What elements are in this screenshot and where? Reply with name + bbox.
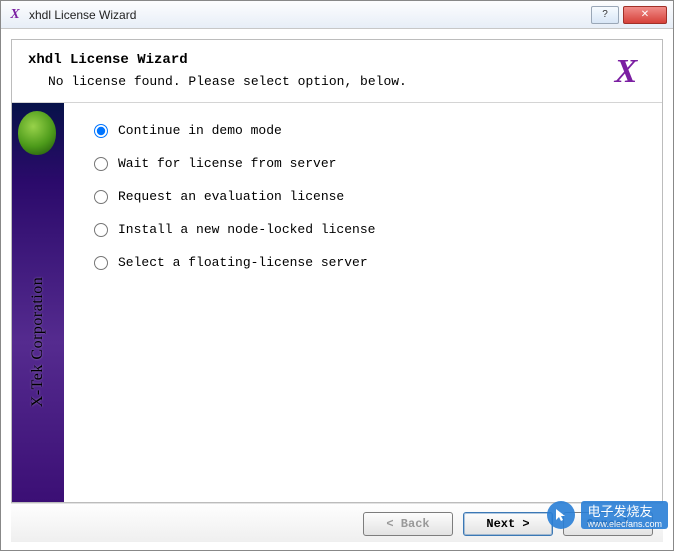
- next-button[interactable]: Next >: [463, 512, 553, 536]
- option-request-eval[interactable]: Request an evaluation license: [94, 189, 642, 204]
- app-icon: X: [7, 7, 23, 23]
- close-button[interactable]: ✕: [623, 6, 667, 24]
- option-demo-mode[interactable]: Continue in demo mode: [94, 123, 642, 138]
- option-label: Request an evaluation license: [118, 189, 344, 204]
- page-title: xhdl License Wizard: [28, 52, 606, 68]
- radio-wait-server[interactable]: [94, 157, 108, 171]
- watermark: 电子发烧友 www.elecfans.com: [547, 501, 668, 529]
- back-button: < Back: [363, 512, 453, 536]
- watermark-icon: [547, 501, 575, 529]
- options-group: Continue in demo mode Wait for license f…: [64, 103, 662, 502]
- option-label: Select a floating-license server: [118, 255, 368, 270]
- watermark-brand: 电子发烧友: [587, 504, 652, 519]
- window-title: xhdl License Wizard: [29, 8, 136, 22]
- wizard-header: xhdl License Wizard No license found. Pl…: [12, 40, 662, 103]
- sidebar-vertical-text: X-Tek Corporation: [29, 277, 47, 407]
- radio-request-eval[interactable]: [94, 190, 108, 204]
- wizard-body: X-Tek Corporation Continue in demo mode …: [12, 103, 662, 502]
- page-subtitle: No license found. Please select option, …: [28, 74, 606, 89]
- radio-demo-mode[interactable]: [94, 124, 108, 138]
- help-button[interactable]: ?: [591, 6, 619, 24]
- client-area: xhdl License Wizard No license found. Pl…: [1, 29, 673, 550]
- cursor-icon: [553, 507, 569, 523]
- window-controls: ? ✕: [587, 6, 667, 24]
- wizard-panel: xhdl License Wizard No license found. Pl…: [11, 39, 663, 503]
- radio-floating-server[interactable]: [94, 256, 108, 270]
- option-label: Continue in demo mode: [118, 123, 282, 138]
- option-install-node-locked[interactable]: Install a new node-locked license: [94, 222, 642, 237]
- option-label: Install a new node-locked license: [118, 222, 375, 237]
- license-wizard-window: X xhdl License Wizard ? ✕ xhdl License W…: [0, 0, 674, 551]
- brand-logo-icon: X: [606, 52, 646, 92]
- radio-install-node-locked[interactable]: [94, 223, 108, 237]
- sidebar-graphic: X-Tek Corporation: [12, 103, 64, 502]
- option-floating-server[interactable]: Select a floating-license server: [94, 255, 642, 270]
- option-label: Wait for license from server: [118, 156, 336, 171]
- option-wait-server[interactable]: Wait for license from server: [94, 156, 642, 171]
- watermark-url: www.elecfans.com: [587, 520, 662, 529]
- window-titlebar: X xhdl License Wizard ? ✕: [1, 1, 673, 29]
